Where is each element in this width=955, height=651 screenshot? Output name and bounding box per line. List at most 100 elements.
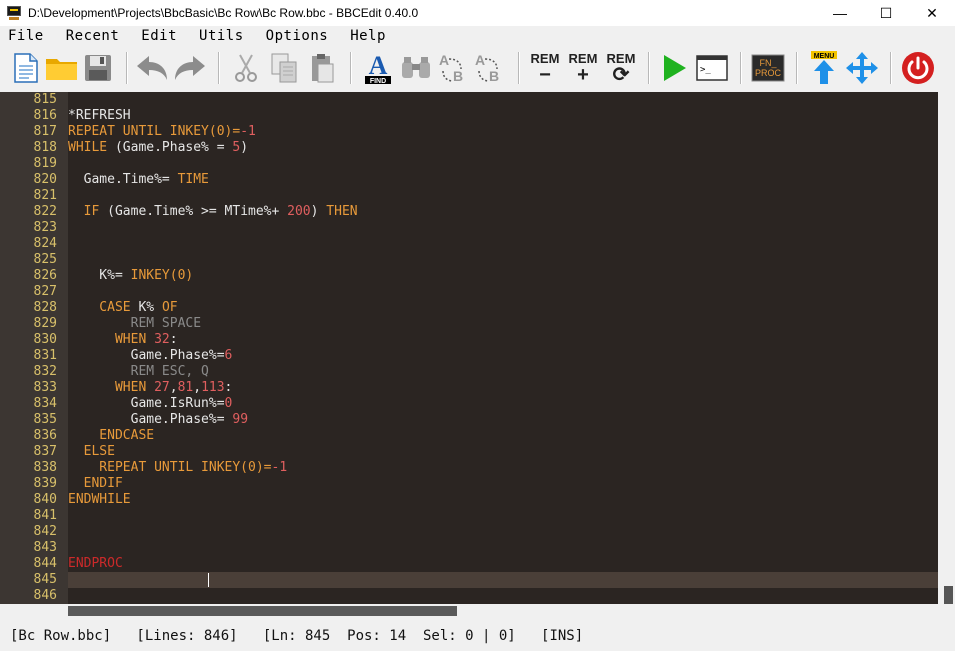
code-line[interactable]: 829 REM SPACE — [0, 316, 938, 332]
menu-recent[interactable]: Recent — [66, 28, 120, 44]
code-line[interactable]: 825 — [0, 252, 938, 268]
toolbar-separator — [648, 52, 650, 84]
cut-button[interactable] — [228, 50, 264, 86]
undo-button[interactable] — [134, 50, 170, 86]
find-label: FIND — [370, 78, 386, 85]
toggle-rem-button[interactable]: REM ⟳ — [602, 50, 640, 86]
open-file-button[interactable] — [44, 50, 80, 86]
new-file-button[interactable] — [8, 50, 44, 86]
menu-file[interactable]: File — [8, 28, 44, 44]
remove-rem-button[interactable]: REM − — [526, 50, 564, 86]
line-text: ELSE — [68, 444, 115, 460]
svg-text:B: B — [453, 68, 463, 84]
code-token: Game.Phase%= — [68, 412, 233, 427]
code-line[interactable]: 845 — [0, 572, 938, 588]
code-line[interactable]: 818 WHILE (Game.Phase% = 5) — [0, 140, 938, 156]
code-line[interactable]: 831 Game.Phase%=6 — [0, 348, 938, 364]
code-line[interactable]: 827 — [0, 284, 938, 300]
toolbar-separator — [518, 52, 520, 84]
code-line[interactable]: 820 Game.Time%= TIME — [0, 172, 938, 188]
close-button[interactable]: ✕ — [909, 0, 955, 26]
run-button[interactable] — [656, 50, 692, 86]
line-text: Game.Time%= TIME — [68, 172, 209, 188]
code-line[interactable]: 832 REM ESC, Q — [0, 364, 938, 380]
code-line[interactable]: 842 — [0, 524, 938, 540]
line-number: 826 — [33, 268, 57, 283]
paste-button[interactable] — [304, 50, 340, 86]
status-bar: [Bc Row.bbc] [Lines: 846] [Ln: 845 Pos: … — [0, 604, 955, 651]
save-disk-icon — [85, 55, 111, 81]
code-editor[interactable]: 815 816 *REFRESH 817 REPEAT UNTIL INKEY(0)=-… — [0, 92, 955, 604]
console-button[interactable]: >_ — [694, 50, 730, 86]
code-line[interactable]: 826 K%= INKEY(0) — [0, 268, 938, 284]
code-line[interactable]: 830 WHEN 32: — [0, 332, 938, 348]
menu-options[interactable]: Options — [266, 28, 329, 44]
code-token: Game.Phase%= — [68, 348, 225, 363]
vertical-scrollbar-thumb[interactable] — [944, 586, 953, 604]
code-line[interactable]: 835 Game.Phase%= 99 — [0, 412, 938, 428]
svg-text:A: A — [369, 51, 388, 80]
code-line[interactable]: 834 Game.IsRun%=0 — [0, 396, 938, 412]
code-line[interactable]: 841 — [0, 508, 938, 524]
line-text: IF (Game.Time% >= MTime%+ 200) THEN — [68, 204, 358, 220]
minimize-button[interactable]: — — [817, 0, 863, 26]
menu-utils[interactable]: Utils — [199, 28, 244, 44]
code-line[interactable]: 822 IF (Game.Time% >= MTime%+ 200) THEN — [0, 204, 938, 220]
line-number: 839 — [33, 476, 57, 491]
code-line[interactable]: 824 — [0, 236, 938, 252]
replace-all-button[interactable]: AB — [470, 50, 506, 86]
code-line[interactable]: 838 REPEAT UNTIL INKEY(0)=-1 — [0, 460, 938, 476]
svg-text:A: A — [475, 52, 485, 68]
code-token: 6 — [224, 348, 233, 363]
maximize-button[interactable]: ☐ — [863, 0, 909, 26]
code-line[interactable]: 828 CASE K% OF — [0, 300, 938, 316]
code-line[interactable]: 846 — [0, 588, 938, 604]
menu-edit[interactable]: Edit — [141, 28, 177, 44]
exit-button[interactable] — [900, 50, 936, 86]
copy-button[interactable] — [266, 50, 302, 86]
replace-button[interactable]: AB — [434, 50, 470, 86]
code-token: K% — [138, 300, 162, 315]
line-text: REM ESC, Q — [68, 364, 209, 380]
move-button[interactable] — [844, 50, 880, 86]
code-line[interactable]: 839 ENDIF — [0, 476, 938, 492]
menu-bar: File Recent Edit Utils Options Help — [0, 26, 955, 46]
code-line[interactable]: 817 REPEAT UNTIL INKEY(0)=-1 — [0, 124, 938, 140]
add-rem-button[interactable]: REM + — [564, 50, 602, 86]
line-number: 841 — [33, 508, 57, 523]
find-next-button[interactable] — [398, 50, 434, 86]
code-line[interactable]: 816 *REFRESH — [0, 108, 938, 124]
horizontal-scrollbar-thumb[interactable] — [68, 606, 457, 616]
code-line[interactable]: 833 WHEN 27,81,113: — [0, 380, 938, 396]
menu-help[interactable]: Help — [350, 28, 386, 44]
code-line[interactable]: 843 — [0, 540, 938, 556]
play-icon — [664, 55, 686, 81]
vertical-scrollbar[interactable] — [938, 92, 955, 604]
code-line[interactable]: 840 ENDWHILE — [0, 492, 938, 508]
terminal-prompt: >_ — [700, 65, 711, 75]
code-line[interactable]: 837 ELSE — [0, 444, 938, 460]
code-line[interactable]: 844 ENDPROC — [0, 556, 938, 572]
code-line[interactable]: 823 — [0, 220, 938, 236]
line-number: 842 — [33, 524, 57, 539]
code-line[interactable]: 836 ENDCASE — [0, 428, 938, 444]
save-file-button[interactable] — [80, 50, 116, 86]
fn-proc-icon: FN_PROC — [751, 54, 785, 82]
svg-text:B: B — [489, 68, 499, 84]
code-line[interactable]: 815 — [0, 92, 938, 108]
code-line[interactable]: 819 — [0, 156, 938, 172]
code-token: WHILE — [68, 140, 115, 155]
find-button[interactable]: A FIND — [360, 50, 396, 86]
new-document-icon — [14, 53, 38, 83]
fn-proc-button[interactable]: FN_ PROC — [750, 50, 786, 86]
code-token: IF — [68, 204, 108, 219]
line-number: 846 — [33, 588, 57, 603]
menu-up-button[interactable]: MENU — [806, 50, 842, 86]
code-token: INKEY(0) — [130, 268, 194, 283]
code-token: : — [224, 380, 233, 395]
code-line[interactable]: 821 — [0, 188, 938, 204]
move-arrows-icon — [846, 52, 878, 84]
line-text: WHEN 32: — [68, 332, 178, 348]
line-number: 818 — [33, 140, 57, 155]
redo-button[interactable] — [172, 50, 208, 86]
